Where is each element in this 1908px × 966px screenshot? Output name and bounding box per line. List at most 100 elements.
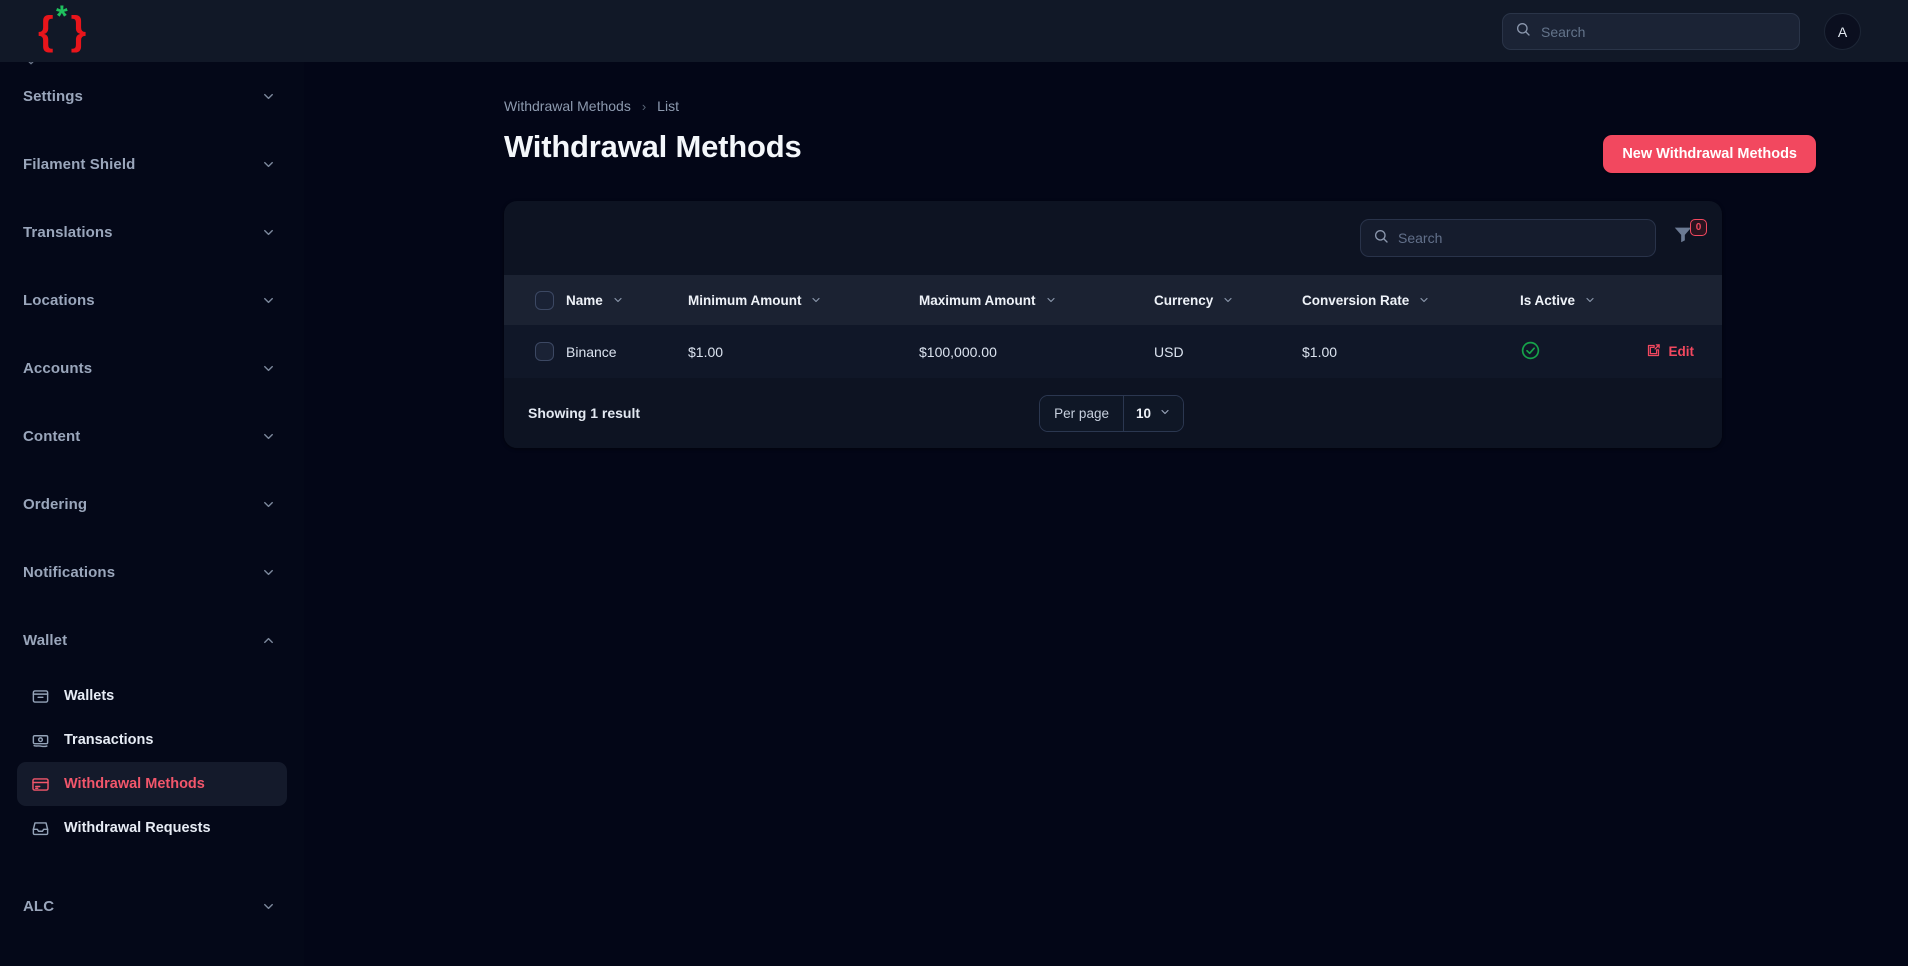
sidebar-group-content[interactable]: Content bbox=[0, 402, 304, 470]
cell-maximum-amount: $100,000.00 bbox=[919, 343, 997, 360]
topbar: { } * A bbox=[0, 0, 1908, 62]
new-withdrawal-methods-button[interactable]: New Withdrawal Methods bbox=[1603, 135, 1816, 173]
sidebar-item-label: Wallets bbox=[64, 688, 115, 704]
breadcrumb-item-root[interactable]: Withdrawal Methods bbox=[504, 98, 631, 114]
cell-currency: USD bbox=[1154, 343, 1184, 360]
sidebar-group-wallet[interactable]: Wallet bbox=[0, 606, 304, 674]
banknote-icon bbox=[31, 731, 50, 750]
sidebar-group-ordering[interactable]: Ordering bbox=[0, 470, 304, 538]
breadcrumb-item-current[interactable]: List bbox=[657, 98, 679, 114]
filter-button[interactable]: 0 bbox=[1672, 219, 1707, 253]
sidebar-group-settings[interactable]: Settings bbox=[0, 62, 304, 130]
page-header: Withdrawal Methods New Withdrawal Method… bbox=[504, 129, 1816, 173]
app-logo[interactable]: { } * bbox=[38, 2, 90, 54]
sidebar-group-label: Ordering bbox=[23, 495, 88, 513]
sidebar-item-wallets[interactable]: Wallets bbox=[17, 674, 287, 718]
chevron-down-icon bbox=[261, 429, 276, 444]
sidebar-group-label: Wallet bbox=[23, 631, 68, 649]
chevron-down-icon bbox=[1584, 294, 1596, 306]
row-select-cell bbox=[504, 325, 566, 378]
pencil-square-icon bbox=[1646, 343, 1661, 361]
chevron-down-icon bbox=[1418, 294, 1430, 306]
breadcrumb-separator-icon: › bbox=[641, 98, 647, 114]
column-label-minimum-amount: Minimum Amount bbox=[688, 292, 802, 308]
per-page-selector[interactable]: Per page 10 bbox=[1039, 394, 1184, 432]
chevron-up-icon bbox=[261, 633, 276, 648]
sidebar-group-label: Locations bbox=[23, 291, 95, 309]
column-header-actions bbox=[1640, 275, 1722, 325]
sidebar-group-label: Settings bbox=[23, 87, 83, 105]
per-page-value: 10 bbox=[1135, 405, 1151, 421]
inbox-icon bbox=[31, 819, 50, 838]
column-label-is-active: Is Active bbox=[1520, 292, 1576, 308]
withdrawal-methods-table: Name Minimum Amount Maximum Amount Curre… bbox=[504, 275, 1722, 378]
chevron-down-icon bbox=[261, 225, 276, 240]
sidebar-item-label: Withdrawal Requests bbox=[64, 820, 211, 836]
sidebar-item-withdrawal-methods[interactable]: Withdrawal Methods bbox=[17, 762, 287, 806]
cell-name: Binance bbox=[566, 343, 617, 360]
withdrawal-methods-table-panel: 0 Name bbox=[504, 201, 1722, 448]
table-body: Binance $1.00 $100,000.00 USD $1.00 Edit bbox=[504, 325, 1722, 378]
row-select-checkbox[interactable] bbox=[535, 342, 554, 361]
column-header-conversion-rate: Conversion Rate bbox=[1302, 275, 1520, 325]
column-header-name: Name bbox=[566, 275, 688, 325]
main-content: Withdrawal Methods › List Withdrawal Met… bbox=[304, 62, 1908, 966]
user-avatar[interactable]: A bbox=[1824, 13, 1861, 50]
table-head: Name Minimum Amount Maximum Amount Curre… bbox=[504, 275, 1722, 325]
column-header-is-active: Is Active bbox=[1520, 275, 1640, 325]
chevron-down-icon bbox=[261, 157, 276, 172]
edit-button[interactable]: Edit bbox=[1646, 343, 1695, 361]
edit-label: Edit bbox=[1668, 344, 1695, 359]
sidebar-nav: Settings Filament Shield Translations Locat… bbox=[0, 62, 304, 940]
sidebar-group-filament-shield[interactable]: Filament Shield bbox=[0, 130, 304, 198]
table-search[interactable] bbox=[1360, 219, 1656, 257]
sidebar-item-transactions[interactable]: Transactions bbox=[17, 718, 287, 762]
sidebar-group-notifications[interactable]: Notifications bbox=[0, 538, 304, 606]
sidebar-group-locations[interactable]: Locations bbox=[0, 266, 304, 334]
chevron-down-icon bbox=[612, 294, 624, 306]
sidebar-group-label: Translations bbox=[23, 223, 113, 241]
wallet-icon bbox=[31, 687, 50, 706]
table-row[interactable]: Binance $1.00 $100,000.00 USD $1.00 Edit bbox=[504, 325, 1722, 378]
chevron-down-icon bbox=[261, 361, 276, 376]
logo-star-glyph: * bbox=[56, 0, 68, 33]
chevron-down-icon bbox=[261, 293, 276, 308]
sidebar-group-label: Notifications bbox=[23, 563, 116, 581]
filter-badge: 0 bbox=[1690, 219, 1707, 236]
sidebar-item-withdrawal-requests[interactable]: Withdrawal Requests bbox=[17, 806, 287, 850]
chevron-down-icon bbox=[261, 497, 276, 512]
global-search[interactable] bbox=[1502, 13, 1800, 50]
cell-conversion-rate: $1.00 bbox=[1302, 343, 1338, 360]
cell-actions: Edit bbox=[1640, 325, 1722, 378]
breadcrumb: Withdrawal Methods › List bbox=[504, 96, 1816, 116]
column-label-conversion-rate: Conversion Rate bbox=[1302, 292, 1410, 308]
credit-card-icon bbox=[31, 775, 50, 794]
sidebar[interactable]: Settings Filament Shield Translations Locat… bbox=[0, 62, 304, 966]
table-search-input[interactable] bbox=[1398, 230, 1643, 246]
sidebar-group-label: Content bbox=[23, 427, 81, 445]
chevron-down-icon bbox=[1045, 294, 1057, 306]
sidebar-group-accounts[interactable]: Accounts bbox=[0, 334, 304, 402]
chevron-down-icon bbox=[261, 565, 276, 580]
global-search-input[interactable] bbox=[1541, 23, 1787, 40]
column-label-name: Name bbox=[566, 292, 603, 308]
column-label-maximum-amount: Maximum Amount bbox=[919, 292, 1036, 308]
table-header-row: Name Minimum Amount Maximum Amount Curre… bbox=[504, 275, 1722, 325]
sidebar-group-label: ALC bbox=[23, 897, 55, 915]
check-circle-icon bbox=[1520, 340, 1541, 361]
table-footer: Showing 1 result Per page 10 bbox=[504, 378, 1722, 448]
per-page-value-button[interactable]: 10 bbox=[1123, 395, 1183, 431]
chevron-down-icon bbox=[261, 899, 276, 914]
select-all-checkbox[interactable] bbox=[535, 290, 554, 310]
showing-results-text: Showing 1 result bbox=[528, 405, 641, 421]
per-page-label: Per page bbox=[1040, 395, 1124, 431]
column-header-maximum-amount: Maximum Amount bbox=[919, 275, 1154, 325]
cell-is-active bbox=[1520, 325, 1640, 378]
sidebar-group-alc[interactable]: ALC bbox=[0, 872, 304, 940]
sidebar-group-translations[interactable]: Translations bbox=[0, 198, 304, 266]
search-icon bbox=[1373, 228, 1389, 249]
sidebar-group-label: Accounts bbox=[23, 359, 93, 377]
chevron-down-icon bbox=[261, 89, 276, 104]
scrolled-item-chevron-icon bbox=[24, 62, 38, 71]
